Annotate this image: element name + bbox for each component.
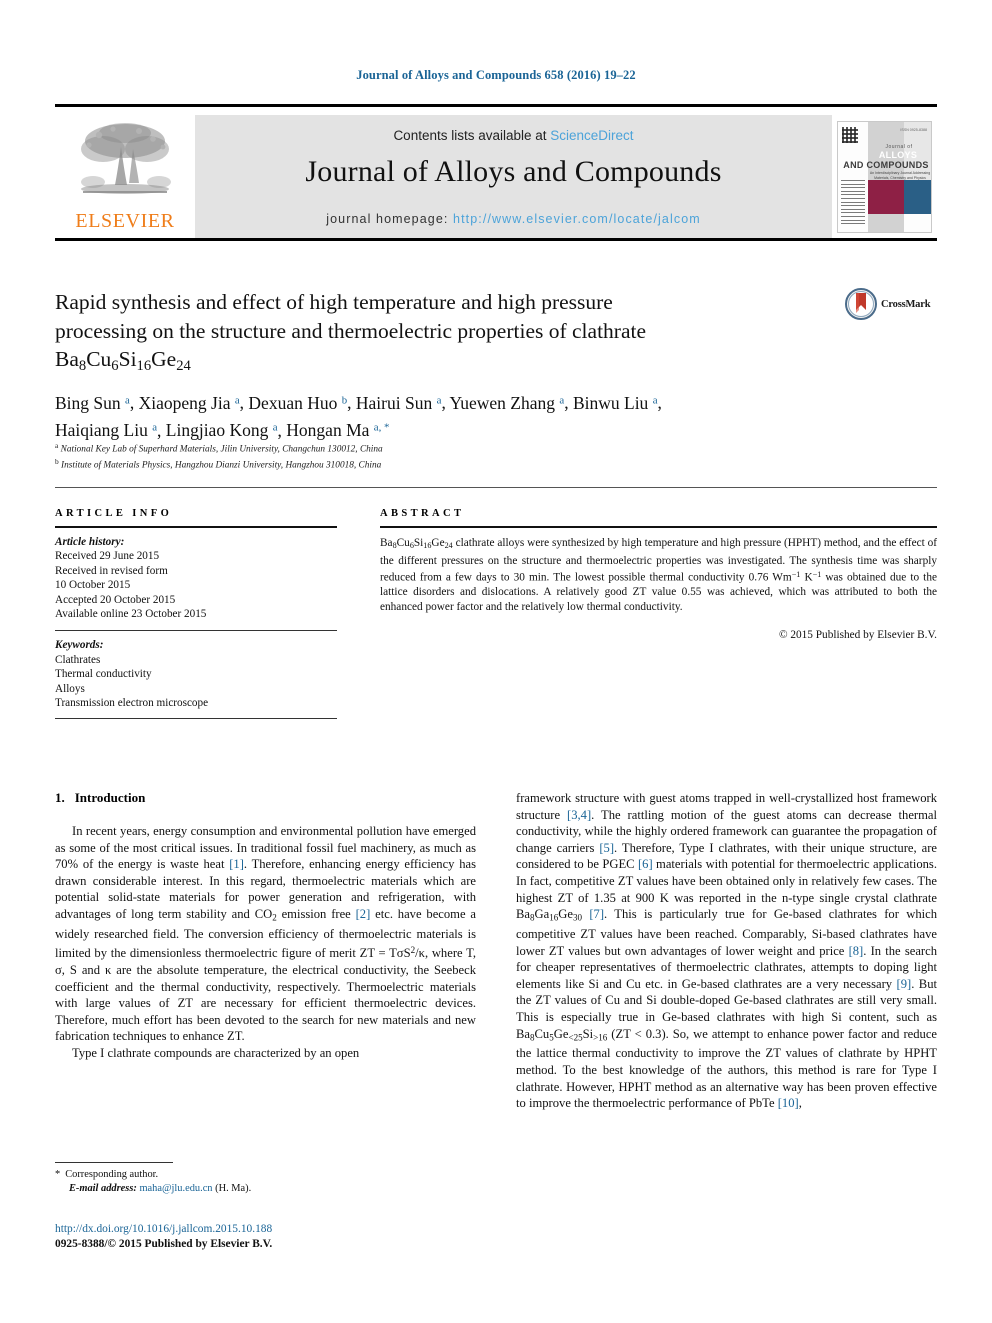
keywords-label: Keywords:: [55, 639, 104, 652]
elsevier-tree-icon: [69, 119, 181, 203]
cover-issn: ISSN 0925-8388: [900, 128, 927, 132]
section-heading-introduction: 1. Introduction: [55, 790, 476, 806]
author-item: Bing Sun a: [55, 392, 130, 413]
crossmark-badge[interactable]: CrossMark: [845, 286, 945, 322]
keyword-item: Thermal conductivity: [55, 668, 152, 681]
history-item: Received in revised form: [55, 564, 168, 577]
author-item: Dexuan Huo b: [248, 392, 348, 413]
abstract-column: ABSTRACT Ba8Cu6Si16Ge24 clathrate alloys…: [380, 508, 937, 641]
affiliation-item: a National Key Lab of Superhard Material…: [55, 441, 383, 455]
cover-subtitle: An Interdisciplinary Journal Addressing …: [869, 171, 931, 181]
title-block: Rapid synthesis and effect of high tempe…: [55, 288, 835, 381]
cover-red-block: [868, 180, 904, 214]
issn-copyright-line: 0925-8388/© 2015 Published by Elsevier B…: [55, 1237, 273, 1250]
abstract-text: Ba8Cu6Si16Ge24 clathrate alloys were syn…: [380, 537, 937, 614]
doi-link[interactable]: http://dx.doi.org/10.1016/j.jallcom.2015…: [55, 1222, 485, 1237]
journal-cover-thumbnail: ISSN 0925-8388 Journal of ALLOYS AND COM…: [832, 115, 937, 239]
title-line-2: processing on the structure and thermoel…: [55, 318, 647, 343]
contents-lists-line: Contents lists available at ScienceDirec…: [195, 128, 832, 143]
keyword-item: Alloys: [55, 682, 85, 695]
paragraph: In recent years, energy consumption and …: [55, 824, 476, 1044]
history-item: Available online 23 October 2015: [55, 608, 207, 621]
citation-ref[interactable]: [2]: [356, 907, 371, 921]
affiliation-item: b Institute of Materials Physics, Hangzh…: [55, 457, 382, 471]
author-item: Lingjiao Kong a: [165, 420, 278, 441]
contents-lists-prefix: Contents lists available at: [393, 128, 551, 143]
paragraph: Type I clathrate compounds are character…: [72, 1046, 360, 1061]
history-item: 10 October 2015: [55, 579, 131, 592]
doi-block: http://dx.doi.org/10.1016/j.jallcom.2015…: [55, 1222, 485, 1251]
cover-toc-lines: [841, 180, 865, 227]
body-column-left: 1. Introduction In recent years, energy c…: [55, 790, 476, 1062]
article-history: Article history: Received 29 June 2015 R…: [55, 528, 337, 621]
email-link[interactable]: maha@jlu.edu.cn: [139, 1183, 212, 1194]
citation-ref[interactable]: [6]: [638, 857, 653, 871]
keyword-item: Transmission electron microscope: [55, 697, 209, 710]
article-info-rule-bottom: [55, 718, 337, 720]
section-number: 1.: [55, 790, 65, 805]
corresponding-author-text: Corresponding author.: [65, 1169, 159, 1180]
citation-ref[interactable]: [8]: [849, 944, 864, 958]
cover-blue-block: [904, 180, 931, 214]
journal-homepage-line: journal homepage: http://www.elsevier.co…: [195, 212, 832, 226]
corresponding-author-marker: *: [55, 1169, 61, 1180]
crossmark-icon: [845, 288, 877, 320]
citation-ref[interactable]: [5]: [599, 841, 614, 855]
running-head: Journal of Alloys and Compounds 658 (201…: [356, 68, 636, 82]
author-item: Binwu Liu a: [572, 392, 658, 413]
title-formula: Ba8Cu6Si16Ge24: [55, 347, 191, 375]
cover-line-big2: AND COMPOUNDS: [843, 160, 929, 170]
abstract-copyright: © 2015 Published by Elsevier B.V.: [778, 628, 937, 641]
author-item: Haiqiang Liu a: [55, 420, 158, 441]
journal-masthead: ELSEVIER Contents lists available at Sci…: [55, 104, 937, 239]
corresponding-author-line: * Corresponding author.: [55, 1168, 476, 1182]
masthead-center-band: Contents lists available at ScienceDirec…: [195, 115, 832, 239]
paragraph: framework structure with guest atoms tra…: [516, 791, 937, 1111]
body-column-right: framework structure with guest atoms tra…: [516, 790, 937, 1112]
cover-barcode-icon: [842, 127, 858, 143]
author-item: Yuewen Zhang a: [449, 392, 565, 413]
journal-title: Journal of Alloys and Compounds: [305, 155, 722, 188]
footnote-rule: [55, 1162, 173, 1163]
citation-ref[interactable]: [9]: [897, 977, 912, 991]
keywords-block: Keywords: Clathrates Thermal conductivit…: [55, 631, 337, 718]
article-history-label: Article history:: [55, 536, 125, 548]
author-item: Hongan Ma a, *: [286, 420, 390, 441]
masthead-bottom-rule: [55, 238, 937, 241]
affiliation-list: a National Key Lab of Superhard Material…: [55, 440, 655, 472]
title-line-1: Rapid synthesis and effect of high tempe…: [55, 290, 613, 314]
abstract-heading: ABSTRACT: [380, 508, 465, 519]
footnote-block: * Corresponding author. E-mail address: m…: [55, 1168, 476, 1195]
email-owner: (H. Ma).: [215, 1182, 252, 1194]
history-item: Received 29 June 2015: [55, 550, 160, 563]
citation-ref[interactable]: [1]: [229, 857, 244, 871]
citation-ref[interactable]: [3,4]: [567, 808, 591, 822]
citation-ref[interactable]: [10]: [778, 1096, 799, 1110]
author-item: Xiaopeng Jia a: [138, 392, 240, 413]
sciencedirect-link[interactable]: ScienceDirect: [550, 128, 633, 143]
author-list: Bing Sun a, Xiaopeng Jia a, Dexuan Huo b…: [55, 392, 662, 441]
author-item: Hairui Sun a: [355, 392, 442, 413]
title-bottom-rule: [55, 487, 937, 488]
section-title: Introduction: [74, 790, 146, 805]
crossmark-label: CrossMark: [881, 298, 931, 310]
article-info-heading: ARTICLE INFO: [55, 508, 173, 519]
page-title: Rapid synthesis and effect of high tempe…: [55, 288, 835, 381]
email-label: E-mail address:: [69, 1182, 137, 1194]
article-page: Journal of Alloys and Compounds 658 (201…: [0, 0, 992, 1323]
journal-homepage-link[interactable]: http://www.elsevier.com/locate/jalcom: [453, 212, 701, 226]
email-line: E-mail address: maha@jlu.edu.cn (H. Ma).: [55, 1182, 476, 1196]
citation-ref[interactable]: [7]: [589, 907, 604, 921]
cover-line-big: ALLOYS: [878, 150, 918, 160]
elsevier-wordmark: ELSEVIER: [75, 210, 175, 232]
elsevier-logo: ELSEVIER: [55, 115, 195, 239]
article-info-column: ARTICLE INFO Article history: Received 2…: [55, 508, 337, 720]
history-item: Accepted 20 October 2015: [55, 593, 176, 606]
keyword-item: Clathrates: [55, 653, 101, 666]
journal-homepage-label: journal homepage:: [326, 212, 454, 226]
abstract-formula: Ba8Cu6Si16Ge24: [380, 537, 453, 551]
